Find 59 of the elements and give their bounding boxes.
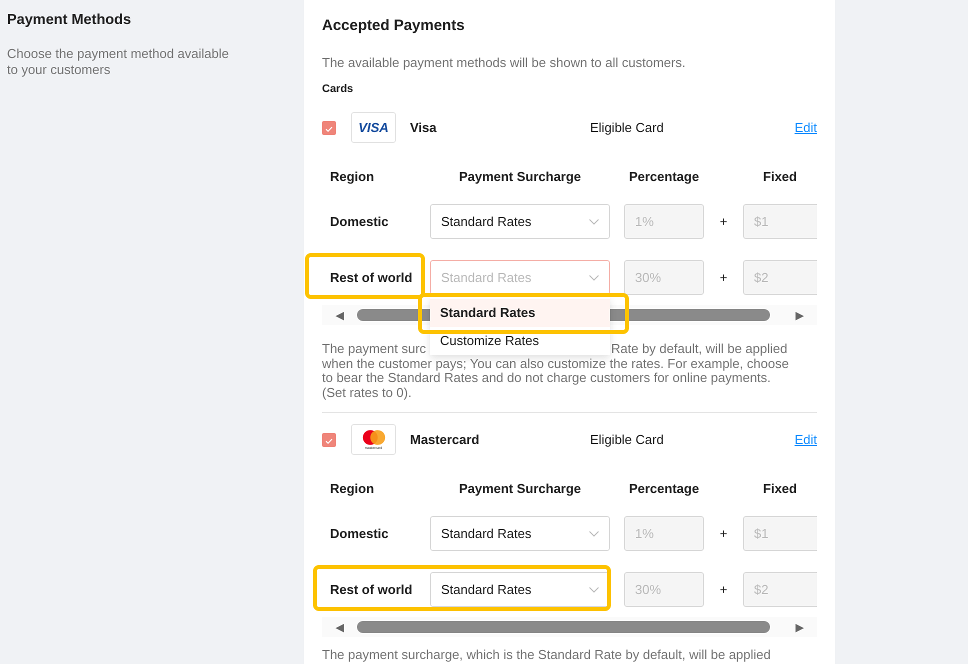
dropdown-option[interactable]: Customize Rates bbox=[430, 327, 610, 355]
percentage-field[interactable]: 30% bbox=[624, 260, 704, 295]
plus-sign: + bbox=[718, 214, 728, 229]
chevron-down-icon bbox=[589, 586, 599, 592]
column-header: Region bbox=[330, 480, 376, 496]
fixed-field[interactable]: $2 bbox=[743, 260, 817, 295]
region-label: Rest of world bbox=[330, 582, 414, 597]
card-type: Eligible Card bbox=[590, 432, 665, 447]
column-header: Region bbox=[330, 168, 376, 184]
fixed-field[interactable]: $2 bbox=[743, 572, 817, 607]
column-header: Fixed bbox=[762, 168, 798, 184]
chevron-down-icon bbox=[589, 274, 599, 280]
plus-sign: + bbox=[718, 526, 728, 541]
note-text: The payment surcharge, which is the Standard Rate by default, will be applied bbox=[322, 648, 771, 662]
fixed-field[interactable]: $1 bbox=[743, 204, 817, 239]
card-logo: VISA bbox=[351, 112, 396, 143]
surcharge-select[interactable]: Standard Rates bbox=[430, 260, 610, 295]
region-label: Rest of world bbox=[330, 270, 414, 285]
scroll-left-button[interactable]: ◀ bbox=[322, 308, 357, 322]
dropdown-option[interactable]: Standard Rates bbox=[430, 299, 610, 327]
note-text: when the customer pays; You can also customize the rates. For example, choose bbox=[322, 356, 789, 371]
section-title: Payment Methods bbox=[7, 12, 132, 28]
edit-link[interactable]: Edit bbox=[794, 120, 817, 135]
edit-link[interactable]: Edit bbox=[794, 432, 817, 447]
scrollbar-thumb[interactable] bbox=[357, 621, 770, 633]
surcharge-select[interactable]: Standard Rates bbox=[430, 204, 610, 239]
region-label: Domestic bbox=[330, 526, 390, 541]
column-header: Percentage bbox=[628, 168, 700, 184]
scroll-right-button[interactable]: ▶ bbox=[782, 620, 817, 634]
chevron-down-icon bbox=[589, 530, 599, 536]
column-header: Payment Surcharge bbox=[458, 480, 582, 496]
surcharge-select[interactable]: Standard Rates bbox=[430, 572, 610, 607]
chevron-down-icon bbox=[589, 218, 599, 224]
surcharge-select[interactable]: Standard Rates bbox=[430, 516, 610, 551]
checkbox[interactable] bbox=[322, 432, 336, 446]
note-text: The payment surc bbox=[322, 342, 426, 356]
region-label: Domestic bbox=[330, 214, 390, 229]
scroll-left-button[interactable]: ◀ bbox=[322, 620, 357, 634]
percentage-field[interactable]: 30% bbox=[624, 572, 704, 607]
scroll-right-button[interactable]: ▶ bbox=[782, 308, 817, 322]
card-name: Visa bbox=[410, 120, 438, 135]
fixed-field[interactable]: $1 bbox=[743, 516, 817, 551]
section-label: Cards bbox=[322, 83, 354, 95]
panel-title: Accepted Payments bbox=[322, 17, 466, 36]
column-header: Payment Surcharge bbox=[458, 168, 582, 184]
percentage-field[interactable]: 1% bbox=[624, 204, 704, 239]
column-header: Fixed bbox=[762, 480, 798, 496]
percentage-field[interactable]: 1% bbox=[624, 516, 704, 551]
note-text: (Set rates to 0). bbox=[322, 386, 412, 400]
note-text: Rate by default, will be applied bbox=[611, 342, 788, 356]
section-description: Choose the payment method available to your customers bbox=[7, 46, 230, 78]
note-text: to bear the Standard Rates and do not charge customers for online payments. bbox=[322, 371, 771, 386]
column-header: Percentage bbox=[628, 480, 700, 496]
panel-description: The available payment methods will be shown to all customers. bbox=[322, 55, 686, 70]
card-type: Eligible Card bbox=[590, 120, 665, 135]
plus-sign: + bbox=[718, 270, 728, 285]
checkbox[interactable] bbox=[322, 120, 336, 134]
plus-sign: + bbox=[718, 582, 728, 597]
card-name: Mastercard bbox=[410, 432, 480, 447]
